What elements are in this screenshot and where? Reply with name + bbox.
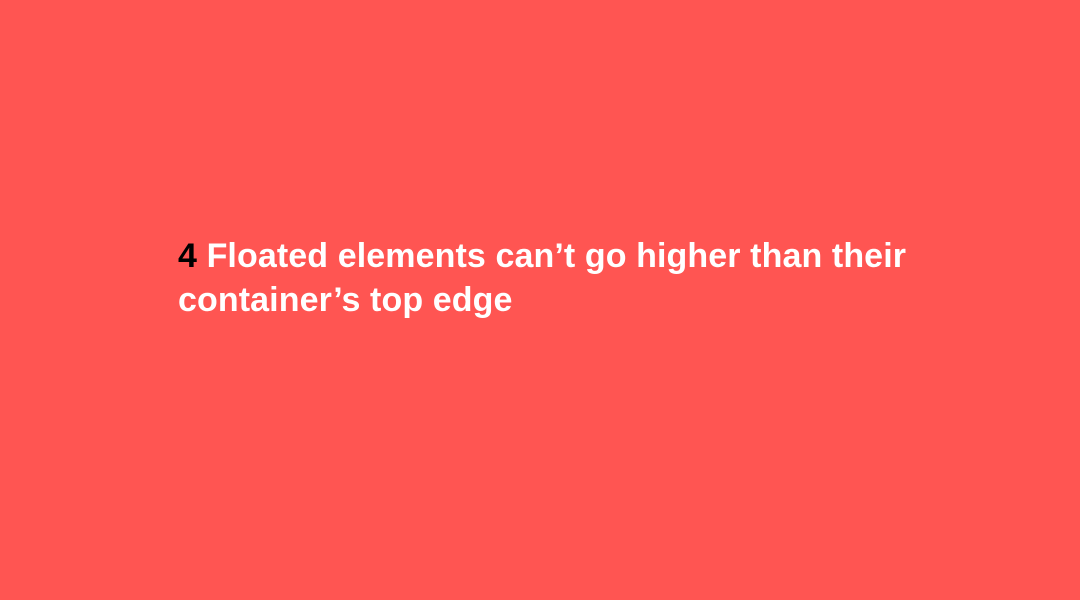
slide: 4 Floated elements can’t go higher than … (0, 0, 1080, 600)
slide-number: 4 (178, 237, 198, 275)
slide-title: Floated elements can’t go higher than th… (178, 237, 907, 319)
slide-heading: 4 Floated elements can’t go higher than … (178, 234, 918, 322)
